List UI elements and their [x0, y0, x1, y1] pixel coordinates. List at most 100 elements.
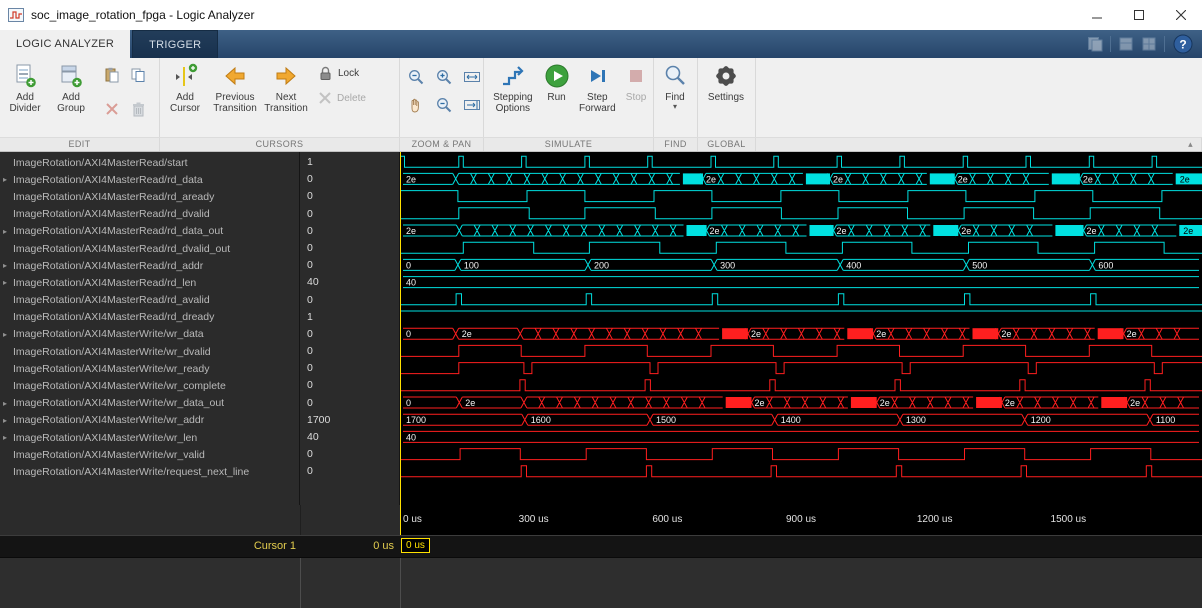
step-forward-icon [584, 63, 610, 89]
signal-row-rd_data_out[interactable]: ▸ImageRotation/AXI4MasterRead/rd_data_ou… [0, 223, 299, 240]
time-tick-label: 1200 us [917, 514, 953, 525]
layout-grid-icon[interactable] [1141, 36, 1157, 52]
next-transition-icon [273, 63, 299, 89]
signal-row-rd_dvalid_out[interactable]: ImageRotation/AXI4MasterRead/rd_dvalid_o… [0, 240, 299, 257]
signal-name-list[interactable]: ImageRotation/AXI4MasterRead/start▸Image… [0, 152, 300, 505]
svg-text:1500: 1500 [656, 415, 676, 425]
panel-divider [300, 505, 301, 535]
time-tick-label: 900 us [786, 514, 816, 525]
stop-icon [623, 63, 649, 89]
signal-value: 0 [300, 360, 399, 377]
close-button[interactable] [1160, 0, 1202, 30]
expand-arrow-icon[interactable]: ▸ [3, 416, 13, 425]
signal-name: ImageRotation/AXI4MasterRead/rd_data_out [13, 225, 223, 237]
toolbar-section-simulate: Stepping Options Run Step Forward Stop [484, 58, 654, 137]
cursor-line-stem[interactable] [400, 505, 401, 535]
fit-to-view-button[interactable] [460, 65, 484, 89]
svg-text:2e: 2e [751, 329, 761, 339]
expand-arrow-icon[interactable]: ▸ [3, 227, 13, 236]
zoom-in-time-button[interactable] [404, 65, 428, 89]
signal-name: ImageRotation/AXI4MasterWrite/request_ne… [13, 466, 249, 478]
help-button[interactable]: ? [1172, 33, 1194, 55]
add-group-button[interactable]: Add Group [48, 61, 94, 114]
zoom-to-end-button[interactable] [460, 93, 484, 117]
copy-button[interactable] [126, 63, 150, 87]
signal-row-start[interactable]: ImageRotation/AXI4MasterRead/start [0, 154, 299, 171]
signal-value: 0 [300, 223, 399, 240]
expand-arrow-icon[interactable]: ▸ [3, 330, 13, 339]
signal-row-request_next_line[interactable]: ImageRotation/AXI4MasterWrite/request_ne… [0, 463, 299, 480]
expand-arrow-icon[interactable]: ▸ [3, 399, 13, 408]
find-icon [663, 63, 687, 89]
signal-row-wr_addr[interactable]: ▸ImageRotation/AXI4MasterWrite/wr_addr [0, 412, 299, 429]
run-button[interactable]: Run [540, 61, 574, 103]
signal-row-rd_data[interactable]: ▸ImageRotation/AXI4MasterRead/rd_data [0, 171, 299, 188]
save-layout-icon[interactable] [1087, 36, 1103, 52]
stepping-options-icon [500, 63, 526, 89]
signal-row-rd_addr[interactable]: ▸ImageRotation/AXI4MasterRead/rd_addr [0, 257, 299, 274]
zoom-out-button[interactable] [432, 93, 456, 117]
find-dropdown-caret-icon[interactable]: ▾ [673, 103, 677, 111]
find-button[interactable]: Find ▾ [656, 61, 694, 111]
trash-icon [131, 101, 146, 117]
svg-text:2e: 2e [1005, 398, 1015, 408]
signal-row-wr_valid[interactable]: ImageRotation/AXI4MasterWrite/wr_valid [0, 446, 299, 463]
signal-row-rd_dready[interactable]: ImageRotation/AXI4MasterRead/rd_dready [0, 309, 299, 326]
delete-cursor-icon [318, 91, 332, 105]
expand-arrow-icon[interactable]: ▸ [3, 433, 13, 442]
signal-value: 0 [300, 206, 399, 223]
section-label-find: FIND [654, 138, 698, 151]
expand-arrow-icon[interactable]: ▸ [3, 261, 13, 270]
signal-name: ImageRotation/AXI4MasterRead/rd_dvalid [13, 208, 210, 220]
signal-row-rd_len[interactable]: ▸ImageRotation/AXI4MasterRead/rd_len [0, 274, 299, 291]
collapse-ribbon-button[interactable]: ▴ [756, 138, 1202, 151]
signal-row-wr_data_out[interactable]: ▸ImageRotation/AXI4MasterWrite/wr_data_o… [0, 395, 299, 412]
signal-name: ImageRotation/AXI4MasterRead/rd_avalid [13, 294, 210, 306]
previous-transition-button[interactable]: Previous Transition [208, 61, 262, 114]
stop-button[interactable]: Stop [621, 61, 651, 103]
signal-row-rd_aready[interactable]: ImageRotation/AXI4MasterRead/rd_aready [0, 188, 299, 205]
svg-text:2e: 2e [833, 174, 843, 184]
signal-value: 0 [300, 395, 399, 412]
step-forward-button[interactable]: Step Forward [573, 61, 621, 114]
delete-signal-button[interactable] [126, 97, 150, 121]
settings-button[interactable]: Settings [700, 61, 752, 103]
add-cursor-button[interactable]: Add Cursor [162, 61, 208, 114]
cut-button[interactable] [100, 97, 124, 121]
expand-arrow-icon[interactable]: ▸ [3, 278, 13, 287]
expand-arrow-icon[interactable]: ▸ [3, 175, 13, 184]
signal-name: ImageRotation/AXI4MasterRead/rd_aready [13, 191, 214, 203]
signal-value: 0 [300, 463, 399, 480]
cursor-time-box[interactable]: 0 us [401, 538, 430, 553]
maximize-button[interactable] [1118, 0, 1160, 30]
signal-name: ImageRotation/AXI4MasterWrite/wr_ready [13, 363, 209, 375]
signal-name: ImageRotation/AXI4MasterWrite/wr_valid [13, 449, 205, 461]
svg-text:300: 300 [720, 260, 735, 270]
pan-button[interactable] [404, 93, 428, 117]
delete-cursor-button[interactable]: Delete [318, 91, 366, 105]
zoom-in-button[interactable] [432, 65, 456, 89]
minimize-button[interactable] [1076, 0, 1118, 30]
signal-row-wr_ready[interactable]: ImageRotation/AXI4MasterWrite/wr_ready [0, 360, 299, 377]
signal-row-wr_dvalid[interactable]: ImageRotation/AXI4MasterWrite/wr_dvalid [0, 343, 299, 360]
add-divider-button[interactable]: Add Divider [2, 61, 48, 114]
restore-layout-icon[interactable] [1118, 36, 1134, 52]
signal-row-wr_complete[interactable]: ImageRotation/AXI4MasterWrite/wr_complet… [0, 377, 299, 394]
pan-hand-icon [407, 96, 425, 114]
tab-logic-analyzer[interactable]: LOGIC ANALYZER [0, 30, 130, 58]
signal-row-rd_avalid[interactable]: ImageRotation/AXI4MasterRead/rd_avalid [0, 292, 299, 309]
signal-row-rd_dvalid[interactable]: ImageRotation/AXI4MasterRead/rd_dvalid [0, 206, 299, 223]
svg-text:2e: 2e [1083, 174, 1093, 184]
svg-text:2e: 2e [958, 174, 968, 184]
panel-divider [400, 558, 401, 608]
next-transition-button[interactable]: Next Transition [262, 61, 310, 114]
signal-row-wr_len[interactable]: ▸ImageRotation/AXI4MasterWrite/wr_len [0, 429, 299, 446]
add-divider-icon [13, 63, 37, 89]
stepping-options-button[interactable]: Stepping Options [486, 61, 540, 114]
paste-button[interactable] [100, 63, 124, 87]
lock-cursor-button[interactable]: Lock [318, 66, 366, 81]
tab-trigger[interactable]: TRIGGER [132, 30, 218, 58]
signal-value: 0 [300, 343, 399, 360]
waveform-canvas[interactable]: 2e2e2e2e2e2e2e2e2e2e2e2e0100200300400500… [400, 152, 1202, 505]
signal-row-wr_data[interactable]: ▸ImageRotation/AXI4MasterWrite/wr_data [0, 326, 299, 343]
